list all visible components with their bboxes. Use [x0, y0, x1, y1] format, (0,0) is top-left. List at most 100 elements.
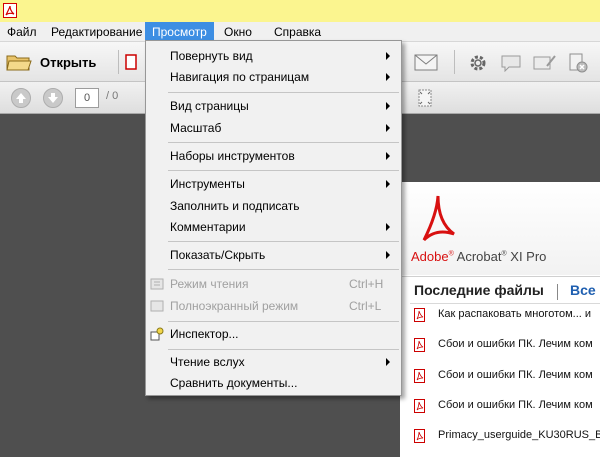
- menu-item-show-hide[interactable]: Показать/Скрыть: [146, 245, 401, 265]
- recent-file-item[interactable]: Primacy_userguide_KU30RUS_BC: [412, 427, 600, 447]
- recent-file-name: Primacy_userguide_KU30RUS_BC: [438, 429, 600, 441]
- submenu-arrow-icon: [386, 73, 390, 81]
- menu-item-fill-sign[interactable]: Заполнить и подписать: [146, 196, 401, 216]
- recent-file-name: Как распаковать многотом... и: [438, 308, 592, 320]
- toolbar-separator: [454, 50, 455, 74]
- menu-separator: [168, 241, 399, 242]
- page-total: / 0: [106, 90, 119, 102]
- menu-separator: [168, 142, 399, 143]
- menu-item-zoom[interactable]: Масштаб: [146, 118, 401, 138]
- submenu-arrow-icon: [386, 52, 390, 60]
- menu-item-shortcut: Ctrl+H: [349, 277, 384, 291]
- menu-item-label: Комментарии: [170, 220, 246, 234]
- title-bar: [0, 0, 600, 22]
- menu-item-label: Наборы инструментов: [170, 149, 295, 163]
- full-screen-icon: [150, 300, 164, 312]
- menu-item-label: Повернуть вид: [170, 49, 253, 63]
- menu-item-label: Сравнить документы...: [170, 376, 298, 390]
- sign-icon[interactable]: [533, 54, 557, 72]
- arrow-down-icon: [48, 93, 58, 103]
- menu-help[interactable]: Справка: [267, 22, 328, 42]
- menu-separator: [168, 92, 399, 93]
- menu-bar: Файл Редактирование Просмотр Окно Справк…: [0, 22, 600, 42]
- submenu-arrow-icon: [386, 223, 390, 231]
- menu-item-label: Вид страницы: [170, 99, 249, 113]
- recent-file-name: Сбои и ошибки ПК. Лечим ком: [438, 399, 593, 411]
- pdf-file-icon: [414, 399, 425, 413]
- submenu-arrow-icon: [386, 251, 390, 259]
- email-icon[interactable]: [414, 54, 438, 71]
- menu-separator: [168, 321, 399, 322]
- recent-divider: [410, 303, 600, 304]
- menu-edit[interactable]: Редактирование: [44, 22, 149, 42]
- open-button[interactable]: Открыть: [6, 48, 108, 76]
- recent-file-item[interactable]: Сбои и ошибки ПК. Лечим ком: [412, 336, 600, 356]
- pdf-file-icon: [414, 429, 425, 443]
- menu-view[interactable]: Просмотр: [145, 22, 214, 42]
- submenu-arrow-icon: [386, 102, 390, 110]
- menu-item-label: Инструменты: [170, 177, 245, 191]
- recent-file-item[interactable]: Сбои и ошибки ПК. Лечим ком: [412, 397, 600, 417]
- arrow-up-icon: [16, 93, 26, 103]
- recent-file-name: Сбои и ошибки ПК. Лечим ком: [438, 369, 593, 381]
- menu-file[interactable]: Файл: [0, 22, 44, 42]
- create-pdf-icon[interactable]: [125, 54, 137, 70]
- next-page-button[interactable]: [43, 88, 63, 108]
- menu-item-tools[interactable]: Инструменты: [146, 174, 401, 194]
- menu-item-shortcut: Ctrl+L: [349, 299, 382, 313]
- recent-separator: [557, 284, 558, 300]
- menu-item-full-screen[interactable]: Полноэкранный режим Ctrl+L: [146, 296, 401, 316]
- brand-version: XI Pro: [510, 249, 547, 264]
- menu-item-label: Инспектор...: [170, 327, 239, 341]
- gear-icon[interactable]: [468, 53, 488, 73]
- menu-item-label: Чтение вслух: [170, 355, 245, 369]
- menu-window[interactable]: Окно: [217, 22, 259, 42]
- menu-separator: [168, 170, 399, 171]
- recent-file-item[interactable]: Как распаковать многотом... и: [412, 306, 600, 326]
- brand-acrobat: Acrobat: [456, 249, 502, 264]
- menu-item-page-navigation[interactable]: Навигация по страницам: [146, 67, 401, 87]
- submenu-arrow-icon: [386, 358, 390, 366]
- pdf-file-icon: [414, 369, 425, 383]
- menu-separator: [168, 349, 399, 350]
- previous-page-button[interactable]: [11, 88, 31, 108]
- pdf-file-icon: [414, 338, 425, 352]
- submenu-arrow-icon: [386, 124, 390, 132]
- menu-item-compare-documents[interactable]: Сравнить документы...: [146, 373, 401, 393]
- submenu-arrow-icon: [386, 180, 390, 188]
- menu-item-label: Режим чтения: [170, 277, 249, 291]
- submenu-arrow-icon: [386, 152, 390, 160]
- acrobat-logo-icon: [422, 195, 455, 242]
- comment-icon[interactable]: [500, 54, 522, 72]
- menu-item-rotate-view[interactable]: Повернуть вид: [146, 46, 401, 66]
- menu-item-label: Навигация по страницам: [170, 70, 310, 84]
- menu-item-page-display[interactable]: Вид страницы: [146, 96, 401, 116]
- remove-page-icon[interactable]: [568, 53, 588, 73]
- menu-item-read-mode[interactable]: Режим чтения Ctrl+H: [146, 274, 401, 294]
- brand-name: Adobe® Acrobat® XI Pro: [411, 249, 547, 264]
- inspector-icon: [150, 327, 164, 341]
- menu-item-label: Масштаб: [170, 121, 222, 135]
- menu-item-read-aloud[interactable]: Чтение вслух: [146, 352, 401, 372]
- recent-file-item[interactable]: Сбои и ошибки ПК. Лечим ком: [412, 367, 600, 387]
- recent-file-name: Сбои и ошибки ПК. Лечим ком: [438, 338, 593, 350]
- page-number-input[interactable]: 0: [75, 88, 99, 108]
- menu-item-inspector[interactable]: Инспектор...: [146, 324, 401, 344]
- view-menu-dropdown: Повернуть вид Навигация по страницам Вид…: [145, 40, 402, 396]
- acrobat-app-icon[interactable]: [3, 3, 17, 18]
- brand-adobe: Adobe: [411, 249, 449, 264]
- recent-files-title: Последние файлы: [414, 282, 544, 298]
- menu-item-label: Заполнить и подписать: [170, 199, 300, 213]
- open-button-label: Открыть: [40, 54, 97, 70]
- pdf-file-icon: [414, 308, 425, 322]
- menu-item-label: Показать/Скрыть: [170, 248, 266, 262]
- folder-icon: [6, 55, 32, 71]
- menu-item-comments[interactable]: Комментарии: [146, 217, 401, 237]
- menu-item-tool-sets[interactable]: Наборы инструментов: [146, 146, 401, 166]
- all-files-link[interactable]: Все с: [570, 282, 600, 298]
- toolbar-separator: [118, 50, 119, 74]
- fit-page-icon[interactable]: [416, 88, 434, 108]
- read-mode-icon: [150, 278, 164, 290]
- menu-separator: [168, 269, 399, 270]
- menu-item-label: Полноэкранный режим: [170, 299, 299, 313]
